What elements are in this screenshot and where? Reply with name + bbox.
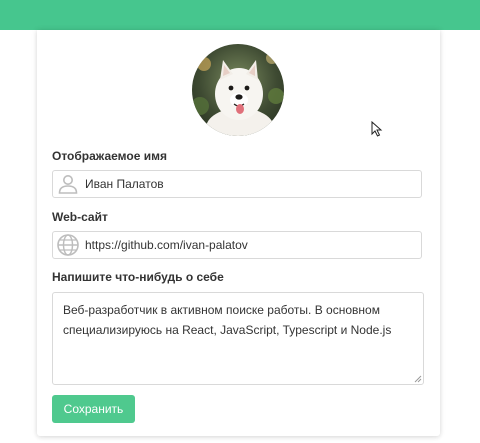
resize-grip-icon[interactable] <box>414 375 422 383</box>
user-icon <box>58 175 78 194</box>
about-label: Напишите что-нибудь о себе <box>52 270 224 284</box>
save-button[interactable]: Сохранить <box>52 395 135 423</box>
top-header-bar <box>0 0 480 30</box>
about-textarea[interactable]: Веб-разработчик в активном поиске работы… <box>52 292 424 385</box>
profile-avatar[interactable] <box>192 44 284 136</box>
display-name-value: Иван Палатов <box>85 177 164 191</box>
website-label: Web-сайт <box>52 210 108 224</box>
display-name-input[interactable]: Иван Палатов <box>52 170 422 198</box>
dog-avatar-icon <box>192 44 284 136</box>
website-input[interactable]: https://github.com/ivan-palatov <box>52 231 422 259</box>
about-text: Веб-разработчик в активном поиске работы… <box>63 303 392 337</box>
mouse-cursor-icon <box>371 121 383 137</box>
display-name-label: Отображаемое имя <box>52 149 167 163</box>
website-value: https://github.com/ivan-palatov <box>85 238 248 252</box>
globe-icon <box>57 234 79 256</box>
